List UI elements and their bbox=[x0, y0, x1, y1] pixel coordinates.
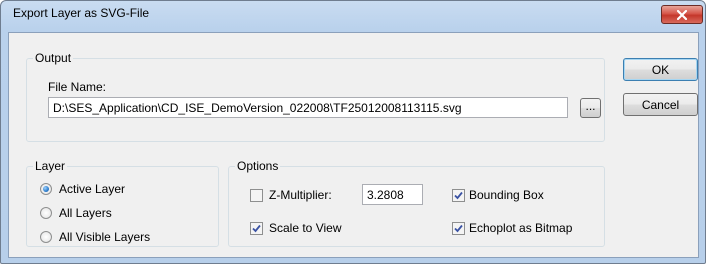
scale-to-view-checkbox[interactable] bbox=[250, 222, 263, 235]
file-name-label: File Name: bbox=[48, 80, 107, 94]
bounding-box-label[interactable]: Bounding Box bbox=[469, 188, 544, 202]
cancel-button-label: Cancel bbox=[641, 97, 680, 112]
ok-button-label: OK bbox=[651, 62, 670, 77]
browse-button-label: ... bbox=[585, 99, 596, 113]
cancel-button[interactable]: Cancel bbox=[623, 93, 698, 116]
echoplot-as-bitmap-checkbox[interactable] bbox=[452, 222, 465, 235]
layer-group: Layer Active Layer All Layers All Visibl… bbox=[26, 159, 219, 247]
options-group: Options Z-Multiplier: 3.2808 Bounding Bo… bbox=[228, 159, 605, 247]
browse-button[interactable]: ... bbox=[580, 98, 601, 118]
radio-all-visible-layers[interactable] bbox=[40, 231, 52, 243]
checkmark-icon bbox=[252, 224, 261, 233]
radio-active-layer[interactable] bbox=[40, 183, 52, 195]
output-group: Output File Name: D:\SES_Application\CD_… bbox=[26, 51, 605, 142]
radio-active-layer-label[interactable]: Active Layer bbox=[59, 182, 125, 196]
window-title: Export Layer as SVG-File bbox=[13, 6, 150, 20]
output-group-label: Output bbox=[33, 51, 74, 65]
dialog-window: Export Layer as SVG-File Output File Nam… bbox=[0, 0, 706, 264]
checkmark-icon bbox=[454, 224, 463, 233]
z-multiplier-input[interactable]: 3.2808 bbox=[362, 184, 423, 205]
close-icon bbox=[677, 9, 687, 20]
close-button[interactable] bbox=[661, 5, 703, 24]
dialog-client-area: Output File Name: D:\SES_Application\CD_… bbox=[8, 32, 699, 258]
radio-selected-dot bbox=[43, 186, 49, 192]
bounding-box-checkbox[interactable] bbox=[452, 189, 465, 202]
echoplot-as-bitmap-label[interactable]: Echoplot as Bitmap bbox=[469, 221, 572, 235]
z-multiplier-checkbox[interactable] bbox=[250, 189, 263, 202]
z-multiplier-label[interactable]: Z-Multiplier: bbox=[269, 188, 332, 202]
scale-to-view-label[interactable]: Scale to View bbox=[269, 221, 342, 235]
radio-all-layers[interactable] bbox=[40, 207, 52, 219]
file-name-input[interactable]: D:\SES_Application\CD_ISE_DemoVersion_02… bbox=[48, 97, 568, 118]
layer-group-label: Layer bbox=[33, 159, 68, 173]
options-group-label: Options bbox=[235, 159, 281, 173]
radio-all-layers-label[interactable]: All Layers bbox=[59, 206, 112, 220]
ok-button[interactable]: OK bbox=[623, 58, 698, 81]
checkmark-icon bbox=[454, 191, 463, 200]
radio-all-visible-layers-label[interactable]: All Visible Layers bbox=[59, 230, 150, 244]
